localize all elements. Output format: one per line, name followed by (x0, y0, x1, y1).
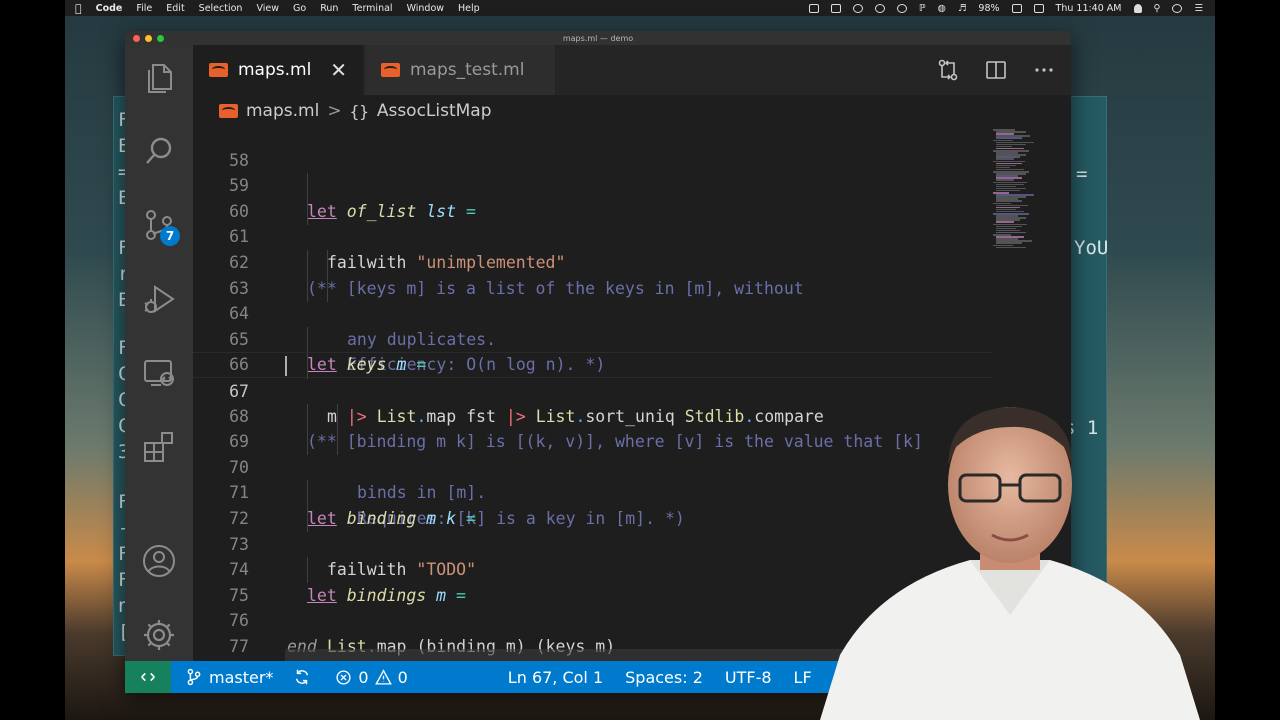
clock[interactable]: Thu 11:40 AM (1056, 3, 1122, 14)
module-icon: {} (349, 101, 369, 121)
menu-run[interactable]: Run (320, 3, 338, 14)
status-circle-icon[interactable] (852, 3, 863, 13)
terminal-text-fragment: YoU (1074, 237, 1109, 259)
files-icon (148, 64, 172, 93)
window-title: maps.ml — demo (562, 33, 634, 43)
code-line: 59 let of_list lst = (193, 148, 993, 221)
menu-selection[interactable]: Selection (199, 3, 243, 14)
code-line: 65 let keys m = (193, 301, 993, 375)
menu-terminal[interactable]: Terminal (352, 3, 392, 14)
sync-button[interactable] (283, 668, 321, 686)
editor-tab-bar: maps.ml ✕ maps_test.ml (193, 45, 1071, 95)
menu-view[interactable]: View (256, 3, 279, 14)
account-icon (143, 545, 175, 577)
control-center-icon[interactable]: ☰ (1194, 3, 1203, 14)
git-branch-icon (187, 668, 201, 686)
close-icon[interactable]: ✕ (330, 58, 347, 82)
user-icon[interactable] (1133, 3, 1142, 13)
cursor-position[interactable]: Ln 67, Col 1 (498, 668, 613, 687)
screen-record-icon[interactable] (808, 3, 819, 13)
remote-icon (141, 672, 155, 682)
gear-icon (144, 620, 174, 650)
menu-window[interactable]: Window (407, 3, 444, 14)
code-line: 60 failwith "unimplemented" (193, 173, 993, 272)
open-changes-icon[interactable] (937, 59, 959, 81)
error-icon (336, 669, 351, 685)
letterbox-left (0, 0, 65, 720)
search-button[interactable] (125, 121, 193, 181)
dropbox-icon[interactable] (830, 3, 841, 13)
encoding[interactable]: UTF-8 (713, 668, 782, 687)
menu-help[interactable]: Help (458, 3, 480, 14)
tab-maps-ml[interactable]: maps.ml ✕ (193, 45, 363, 95)
error-count: 0 (358, 667, 369, 687)
terminal-text-fragment: = (1076, 163, 1088, 185)
spotlight-search-icon[interactable]: ⚲ (1154, 3, 1161, 14)
scm-badge: 7 (160, 226, 180, 246)
warning-count: 0 (397, 667, 408, 687)
ocaml-file-icon (381, 63, 400, 77)
letterbox-right (1215, 0, 1280, 720)
title-bar: maps.ml — demo (125, 31, 1071, 45)
run-debug-button[interactable] (125, 269, 193, 329)
branch-status[interactable]: master* (171, 668, 283, 687)
tab-maps-test-ml[interactable]: maps_test.ml (365, 45, 555, 95)
code-line: 62 (** [keys m] is a list of the keys in… (193, 224, 993, 298)
manage-button[interactable] (125, 605, 193, 665)
apple-icon[interactable]:  (75, 2, 82, 15)
activity-bar: 7 (125, 45, 193, 661)
breadcrumb: maps.ml > {} AssocListMap (193, 95, 1071, 127)
accounts-button[interactable] (125, 531, 193, 591)
source-control-button[interactable]: 7 (125, 195, 193, 255)
minimap-line (996, 246, 1026, 249)
ocaml-file-icon (219, 104, 238, 118)
sync-icon (296, 669, 309, 685)
menu-go[interactable]: Go (293, 3, 306, 14)
run-debug-icon (144, 285, 175, 313)
display-icon[interactable] (1033, 3, 1044, 13)
more-actions-icon[interactable] (1033, 59, 1055, 81)
tab-label: maps_test.ml (410, 60, 525, 80)
end-of-line[interactable]: LF (782, 668, 822, 687)
wifi-icon[interactable]: ◍ (938, 3, 946, 14)
menu-app-name[interactable]: Code (96, 3, 123, 14)
breadcrumb-file[interactable]: maps.ml (246, 101, 319, 121)
explorer-button[interactable] (125, 47, 193, 107)
code-line: 61 (193, 198, 993, 246)
siri-icon[interactable] (1172, 3, 1183, 13)
extensions-icon (144, 432, 173, 462)
warning-icon (374, 668, 392, 685)
code-line: 66 m |> List.map fst |> List.sort_uniq S… (193, 326, 993, 426)
presenter-video-overlay (820, 407, 1200, 720)
bluetooth-icon[interactable]: ℙ (919, 3, 926, 14)
remote-indicator[interactable] (125, 661, 171, 693)
tab-label: maps.ml (238, 60, 312, 80)
chevron-right-icon: > (327, 101, 342, 121)
search-icon (146, 137, 172, 164)
breadcrumb-symbol[interactable]: AssocListMap (377, 101, 492, 121)
volume-icon[interactable]: ♬ (958, 3, 967, 14)
battery-icon[interactable] (1011, 3, 1022, 13)
remote-explorer-button[interactable] (125, 343, 193, 403)
menu-file[interactable]: File (136, 3, 152, 14)
split-editor-icon[interactable] (985, 59, 1007, 81)
battery-percent[interactable]: 98% (978, 3, 999, 14)
code-line: 63 any duplicates. (193, 250, 993, 349)
problems-status[interactable]: 0 0 (321, 668, 417, 687)
code-line: 64 Efficiency: O(n log n). *) (193, 275, 993, 374)
macos-menu-bar:  Code File Edit Selection View Go Run T… (65, 0, 1215, 16)
branch-name: master* (209, 667, 274, 687)
play-icon[interactable] (874, 3, 885, 13)
text-cursor (285, 356, 287, 377)
menu-edit[interactable]: Edit (166, 3, 184, 14)
indentation[interactable]: Spaces: 2 (613, 668, 713, 687)
code-line-current: 67 (193, 352, 993, 401)
ocaml-file-icon (209, 63, 228, 77)
info-icon[interactable] (896, 3, 907, 13)
extensions-button[interactable] (125, 417, 193, 477)
remote-explorer-icon (144, 360, 174, 386)
code-line: 58 (193, 127, 993, 170)
